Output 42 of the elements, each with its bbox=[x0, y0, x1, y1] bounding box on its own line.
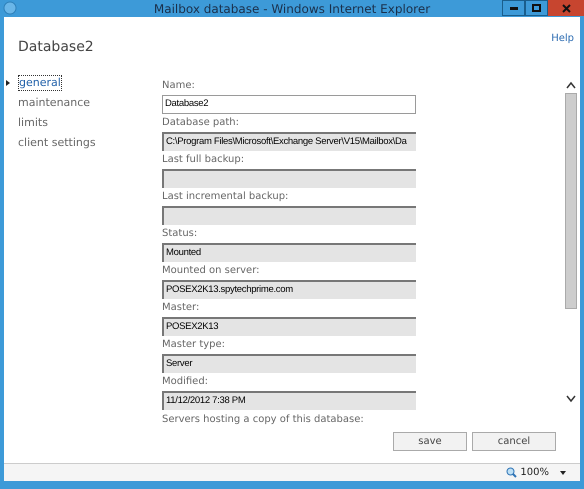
field-label: Modified: bbox=[162, 375, 210, 389]
minimize-button[interactable] bbox=[502, 0, 525, 16]
input-field[interactable]: POSEX2K13.spytechprime.com bbox=[162, 280, 416, 299]
page-heading: Database2 bbox=[18, 38, 94, 57]
maximize-button[interactable] bbox=[525, 0, 548, 16]
input-field[interactable]: Database2 bbox=[162, 95, 416, 114]
browser-logo-icon bbox=[3, 1, 17, 15]
field-label: Last incremental backup: bbox=[162, 190, 290, 204]
input-field[interactable]: Server bbox=[162, 354, 416, 373]
nav-link[interactable]: maintenance bbox=[18, 96, 90, 110]
scroll-down-icon[interactable] bbox=[566, 395, 576, 403]
close-button[interactable] bbox=[548, 0, 584, 16]
nav-link[interactable]: limits bbox=[18, 116, 48, 130]
minimize-icon bbox=[510, 6, 518, 10]
field-label: Master type: bbox=[162, 338, 226, 352]
zoom-level[interactable]: 100% bbox=[520, 465, 549, 480]
input-field[interactable]: C:\Program Files\Microsoft\Exchange Server\V15\Mailbox\Da bbox=[162, 132, 416, 151]
input-field[interactable]: POSEX2K13 bbox=[162, 317, 416, 336]
field-label: Status: bbox=[162, 227, 198, 241]
scroll-up-icon[interactable] bbox=[566, 81, 576, 89]
help-link[interactable]: Help bbox=[551, 31, 574, 46]
field-label: Mounted on server: bbox=[162, 264, 261, 278]
window-title: Mailbox database - Windows Internet Explorer bbox=[154, 0, 430, 18]
input-field[interactable]: Mounted bbox=[162, 243, 416, 262]
field-label: Database path: bbox=[162, 116, 240, 130]
field-label: Master: bbox=[162, 301, 200, 315]
close-icon bbox=[562, 4, 570, 12]
input-field[interactable]: 11/12/2012 7:38 PM bbox=[162, 391, 416, 410]
nav-link[interactable]: general bbox=[18, 75, 62, 91]
input-field[interactable] bbox=[162, 169, 416, 188]
maximize-icon bbox=[532, 4, 541, 12]
field-label: Name: bbox=[162, 79, 196, 93]
save-button[interactable]: save bbox=[393, 432, 467, 451]
pointer-icon bbox=[6, 80, 10, 86]
nav-link[interactable]: client settings bbox=[18, 136, 96, 150]
scrollbar-thumb[interactable] bbox=[565, 93, 577, 309]
input-field[interactable] bbox=[162, 206, 416, 225]
field-label: Servers hosting a copy of this database: bbox=[162, 414, 365, 426]
zoom-icon bbox=[506, 467, 518, 478]
field-label: Last full backup: bbox=[162, 153, 246, 167]
dropdown-caret-icon[interactable] bbox=[560, 470, 566, 474]
cancel-button[interactable]: cancel bbox=[472, 432, 556, 451]
